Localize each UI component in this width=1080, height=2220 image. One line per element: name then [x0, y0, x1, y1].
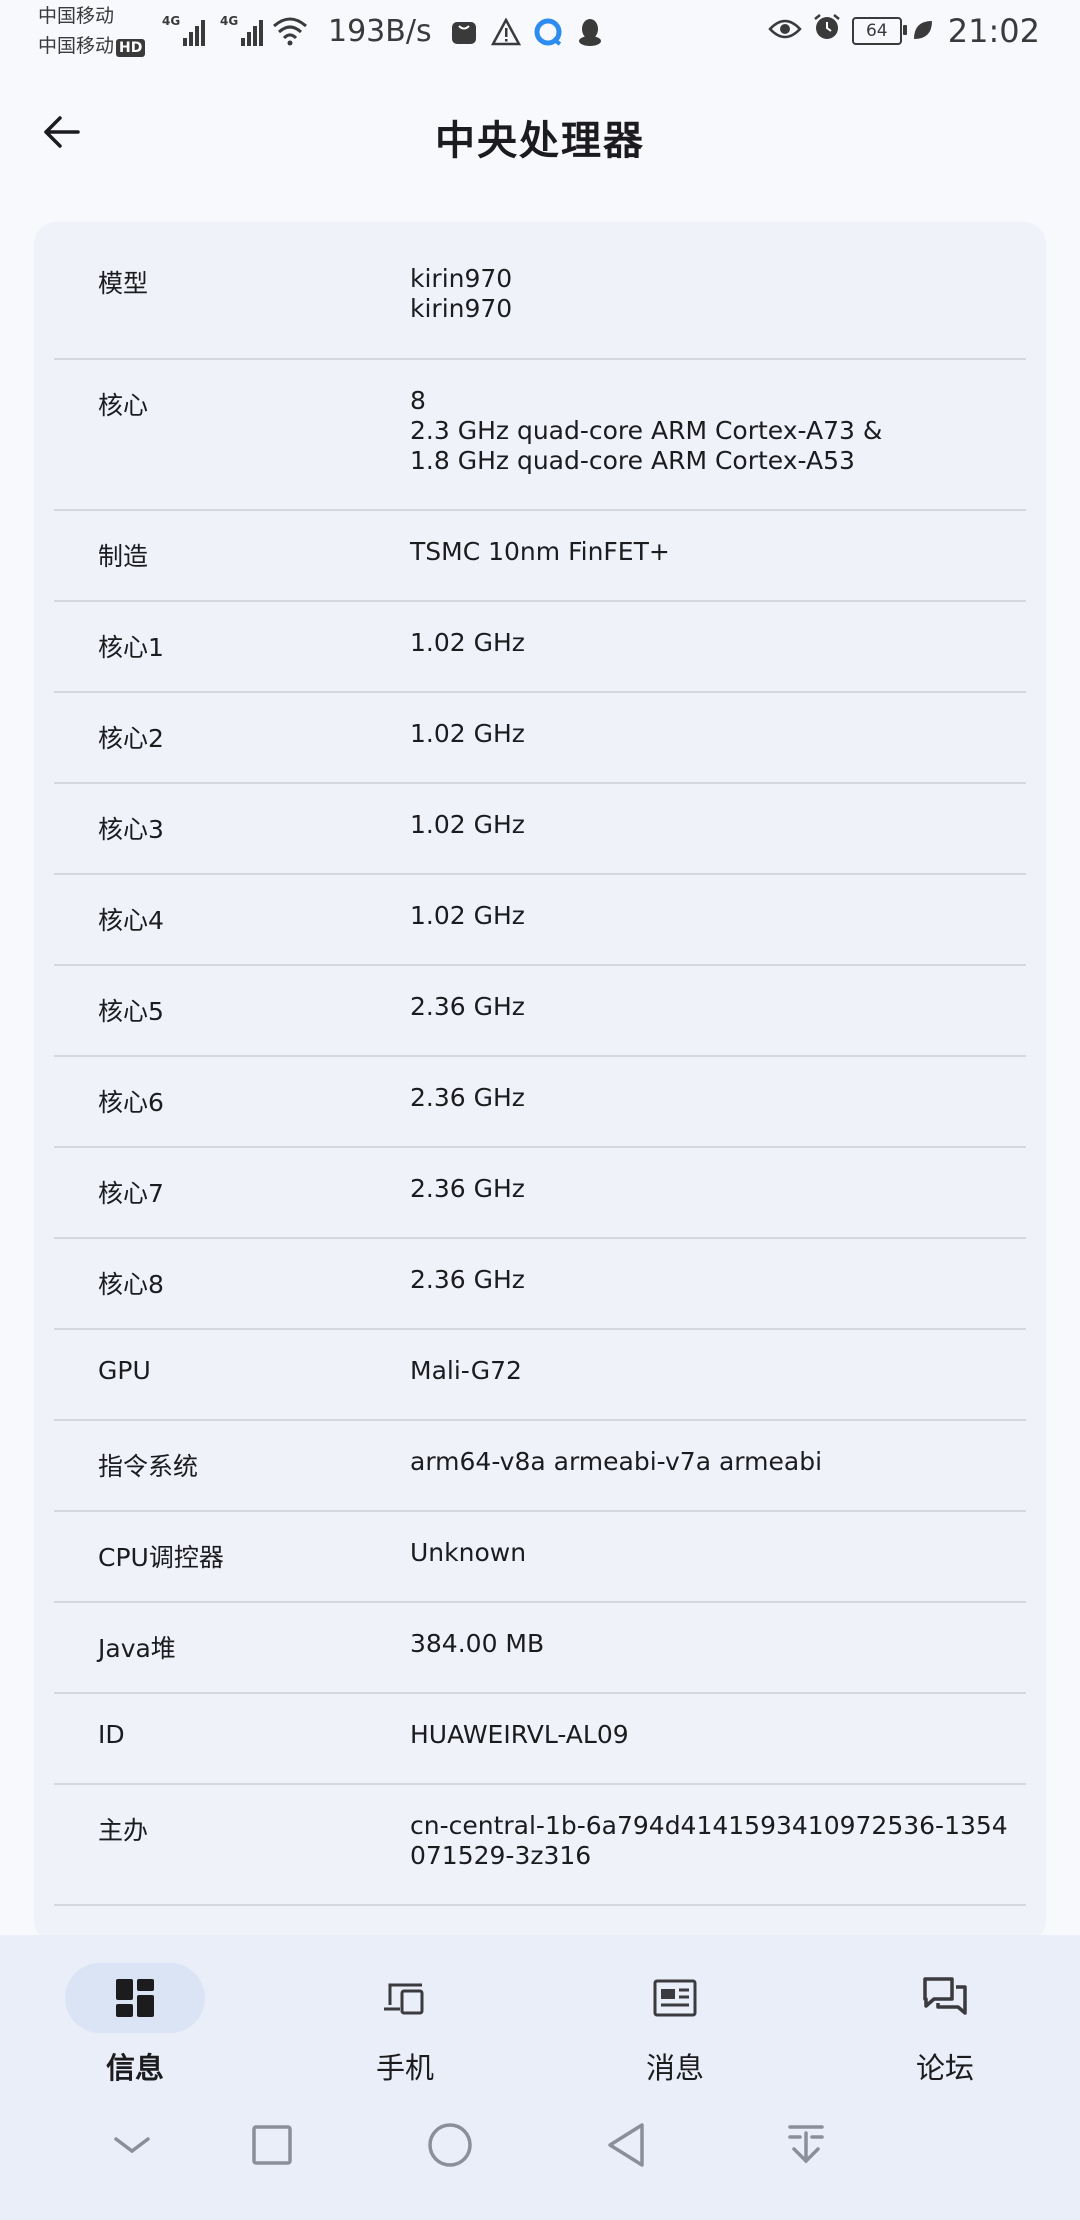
hd-badge: HD [116, 39, 146, 57]
app-notification-icon [448, 16, 480, 48]
chevron-down-icon [114, 2137, 150, 2154]
info-value: kirin970 kirin970 [410, 264, 513, 323]
eye-icon [768, 14, 802, 49]
info-value: 1.02 GHz [410, 628, 525, 657]
info-label: 核心1 [98, 633, 164, 662]
info-label: CPU调控器 [98, 1543, 224, 1572]
info-row-core1: 核心1 1.02 GHz [54, 602, 1026, 693]
info-value: Mali-G72 [410, 1356, 522, 1385]
info-row-governor: CPU调控器 Unknown [54, 1512, 1026, 1603]
nav-tab-label: 手机 [375, 2051, 434, 2085]
news-icon [653, 1979, 697, 2017]
nav-tab-news[interactable]: 消息 [595, 1963, 755, 2085]
dashboard-icon [116, 1979, 154, 2017]
info-row-host: 主办 cn-central-1b-6a794d4141593410972536-… [54, 1785, 1026, 1906]
forum-icon [923, 1977, 967, 2015]
info-label: 模型 [98, 269, 149, 298]
info-value: 2.36 GHz [410, 1174, 525, 1203]
nav-tab-phone[interactable]: 手机 [325, 1963, 485, 2085]
info-label: 核心5 [98, 997, 164, 1026]
info-value: HUAWEIRVL-AL09 [410, 1720, 629, 1749]
wifi-icon [273, 17, 307, 46]
nav-tab-label: 论坛 [915, 2051, 974, 2085]
info-value: 2.36 GHz [410, 992, 525, 1021]
status-bar: 中国移动 中国移动 HD 4G 4G 193B/s 64 21:02 [0, 0, 1080, 66]
notification-shade-button[interactable] [776, 2115, 836, 2175]
info-row-core3: 核心3 1.02 GHz [54, 784, 1026, 875]
warning-icon [490, 16, 522, 48]
network-type-label-1: 4G [162, 14, 181, 28]
info-row-gpu: GPU Mali-G72 [54, 1330, 1026, 1421]
info-value: TSMC 10nm FinFET+ [410, 537, 670, 566]
info-row-model: 模型 kirin970 kirin970 [54, 222, 1026, 360]
triangle-back-icon [608, 2123, 644, 2167]
signal-icon-2: 4G [220, 14, 264, 46]
info-value: cn-central-1b-6a794d4141593410972536-135… [410, 1811, 1008, 1870]
info-label: ID [98, 1720, 125, 1749]
info-row-core2: 核心2 1.02 GHz [54, 693, 1026, 784]
info-label: 核心7 [98, 1179, 164, 1208]
info-value: Unknown [410, 1538, 527, 1567]
bottom-navigation: 信息 手机 消息 论坛 [0, 1935, 1080, 2085]
info-value: 2.36 GHz [410, 1083, 525, 1112]
carrier-label-2-text: 中国移动 [38, 35, 115, 57]
page-title: 中央处理器 [435, 118, 645, 164]
info-label: 核心4 [98, 906, 164, 935]
info-value: arm64-v8a armeabi-v7a armeabi [410, 1447, 823, 1476]
circle-icon [428, 2123, 472, 2167]
info-label: 核心 [98, 391, 149, 420]
info-row-instruction-set: 指令系统 arm64-v8a armeabi-v7a armeabi [54, 1421, 1026, 1512]
network-speed: 193B/s [328, 14, 432, 49]
info-label: 核心8 [98, 1270, 164, 1299]
info-row-java-heap: Java堆 384.00 MB [54, 1603, 1026, 1694]
nav-tab-label: 信息 [105, 2051, 164, 2085]
info-value: 2.36 GHz [410, 1265, 525, 1294]
info-label: Java堆 [98, 1634, 176, 1663]
info-row-core5: 核心5 2.36 GHz [54, 966, 1026, 1057]
cpu-info-card: 模型 kirin970 kirin970 核心 8 2.3 GHz quad-c… [34, 222, 1046, 1942]
info-value: 8 2.3 GHz quad-core ARM Cortex-A73 & 1.8… [410, 386, 883, 475]
pull-down-icon [788, 2125, 824, 2164]
info-value: 1.02 GHz [410, 719, 525, 748]
info-row-core6: 核心6 2.36 GHz [54, 1057, 1026, 1148]
browser-icon [532, 16, 564, 48]
info-label: 核心6 [98, 1088, 164, 1117]
nav-tab-label: 消息 [645, 2051, 704, 2085]
system-navigation-bar [0, 2085, 1080, 2220]
info-row-id: ID HUAWEIRVL-AL09 [54, 1694, 1026, 1785]
recents-button[interactable] [242, 2115, 302, 2175]
info-row-manufacturing: 制造 TSMC 10nm FinFET+ [54, 511, 1026, 602]
leaf-icon [912, 14, 934, 49]
info-row-core4: 核心4 1.02 GHz [54, 875, 1026, 966]
back-nav-button[interactable] [598, 2115, 658, 2175]
network-type-label-2: 4G [220, 14, 239, 28]
carrier-label-2: 中国移动 HD [38, 34, 146, 58]
nav-tab-forum[interactable]: 论坛 [865, 1963, 1025, 2085]
battery-icon: 64 [851, 17, 907, 45]
collapse-button[interactable] [102, 2115, 162, 2175]
carrier-label-1: 中国移动 [38, 5, 115, 27]
square-icon [252, 2125, 292, 2165]
home-button[interactable] [420, 2115, 480, 2175]
info-label: 核心2 [98, 724, 164, 753]
devices-icon [384, 1983, 424, 2015]
qq-icon [574, 16, 606, 48]
info-label: 核心3 [98, 815, 164, 844]
info-row-core7: 核心7 2.36 GHz [54, 1148, 1026, 1239]
clock: 21:02 [947, 12, 1040, 50]
info-row-cores: 核心 8 2.3 GHz quad-core ARM Cortex-A73 & … [54, 360, 1026, 511]
info-label: 主办 [98, 1816, 149, 1845]
signal-icon-1: 4G [162, 14, 206, 46]
nav-tab-info[interactable]: 信息 [55, 1963, 215, 2085]
info-value: 1.02 GHz [410, 901, 525, 930]
info-value: 384.00 MB [410, 1629, 545, 1658]
info-value: 1.02 GHz [410, 810, 525, 839]
info-label: 指令系统 [98, 1452, 199, 1481]
info-label: GPU [98, 1356, 151, 1385]
info-label: 制造 [98, 542, 149, 571]
info-row-core8: 核心8 2.36 GHz [54, 1239, 1026, 1330]
alarm-icon [812, 12, 842, 50]
